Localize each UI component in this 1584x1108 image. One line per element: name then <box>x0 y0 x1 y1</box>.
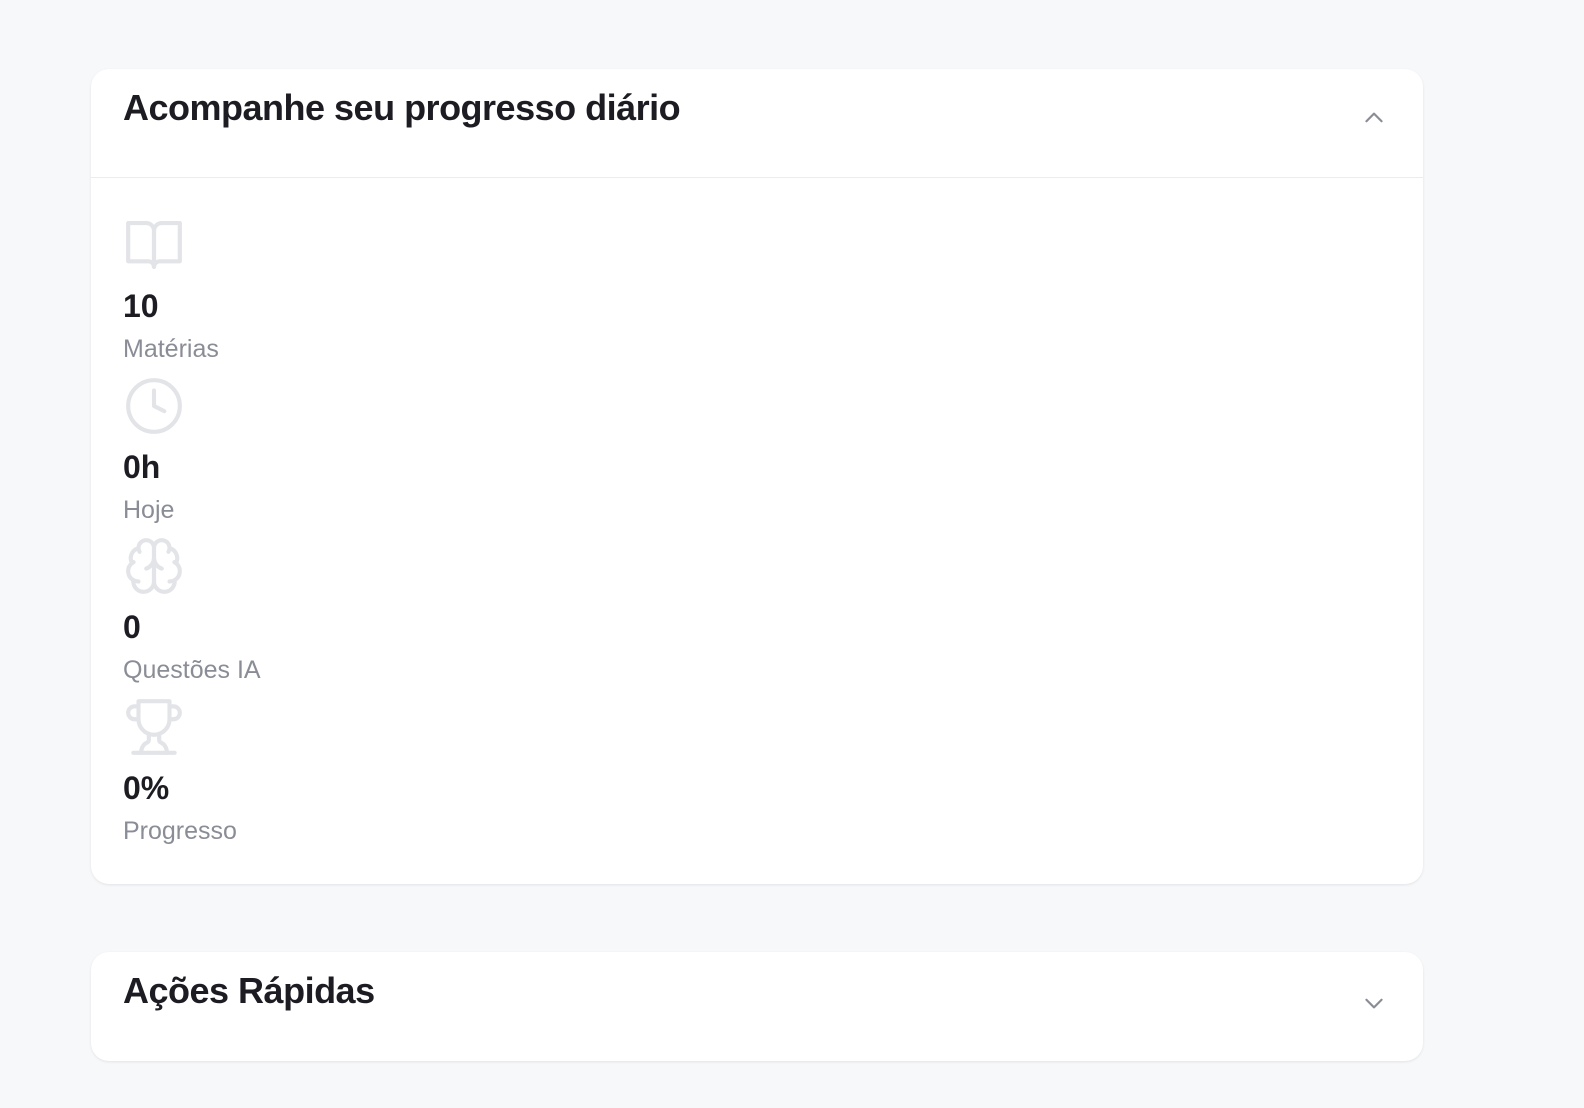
clock-icon <box>126 377 182 434</box>
stat-ai-questions-value: 0 <box>123 609 141 645</box>
book-open-icon <box>126 220 182 270</box>
stat-today: 0h Hoje <box>123 375 1391 536</box>
quick-actions-card: Ações Rápidas <box>91 952 1423 1061</box>
quick-actions-title: Ações Rápidas <box>123 970 375 1011</box>
brain-icon <box>126 538 182 594</box>
stat-subjects: 10 Matérias <box>123 214 1391 375</box>
expand-quick-actions-button[interactable] <box>1359 988 1389 1018</box>
stat-ai-questions-label: Questões IA <box>123 656 261 684</box>
stat-ai-questions: 0 Questões IA <box>123 535 1391 696</box>
quick-actions-header[interactable]: Ações Rápidas <box>91 952 1423 1061</box>
stat-progress-value: 0% <box>123 769 170 806</box>
chevron-up-icon <box>1365 112 1383 123</box>
stat-today-value: 0h <box>123 448 161 485</box>
progress-card-title: Acompanhe seu progresso diário <box>123 87 681 128</box>
stat-subjects-value: 10 <box>123 288 159 324</box>
stat-subjects-label: Matérias <box>123 335 219 363</box>
progress-card-header[interactable]: Acompanhe seu progresso diário <box>91 69 1423 178</box>
stat-progress: 0% Progresso <box>123 696 1391 857</box>
collapse-progress-button[interactable] <box>1359 103 1389 133</box>
stat-today-label: Hoje <box>123 495 175 524</box>
progress-card: Acompanhe seu progresso diário 10 Matéri… <box>91 69 1423 884</box>
chevron-down-icon <box>1365 998 1383 1009</box>
stat-progress-label: Progresso <box>123 816 237 845</box>
page: Acompanhe seu progresso diário 10 Matéri… <box>0 0 1584 1108</box>
progress-stats: 10 Matérias 0h Hoje 0 Questões IA 0% Pro… <box>91 178 1423 856</box>
trophy-icon <box>126 698 182 755</box>
